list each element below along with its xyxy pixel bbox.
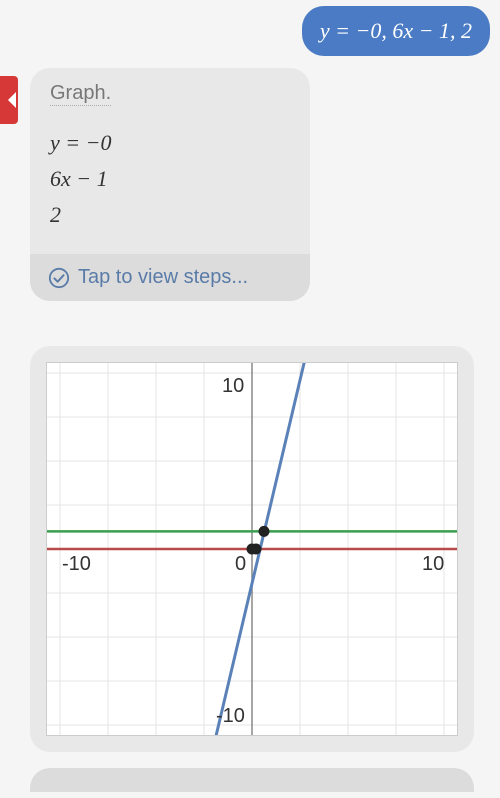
tick-y-neg: -10 — [216, 705, 245, 727]
next-card-peek[interactable] — [30, 768, 474, 792]
graph-plot[interactable]: -10 10 0 10 -10 — [46, 362, 458, 736]
point-green-intersect — [259, 526, 270, 537]
graph-svg: -10 10 0 10 -10 — [46, 362, 458, 736]
check-circle-icon — [48, 267, 70, 289]
answer-card: Graph. y = −0 6x − 1 2 Tap to view steps… — [30, 68, 310, 301]
answer-content: Graph. y = −0 6x − 1 2 — [30, 68, 310, 254]
point-red-intersect — [251, 544, 262, 555]
app-tab-icon[interactable] — [0, 76, 18, 124]
answer-line-2: 6x − 1 — [50, 166, 290, 192]
graph-card[interactable]: -10 10 0 10 -10 — [30, 346, 474, 752]
tick-x-neg: -10 — [62, 553, 91, 575]
tick-x-pos: 10 — [422, 553, 444, 575]
answer-line-1: y = −0 — [50, 130, 290, 156]
view-steps-button[interactable]: Tap to view steps... — [30, 254, 310, 301]
tick-y-pos: 10 — [222, 375, 244, 397]
user-message-bubble: y = −0, 6x − 1, 2 — [302, 6, 490, 56]
user-equation: y = −0, 6x − 1, 2 — [320, 18, 472, 43]
tick-origin: 0 — [235, 553, 246, 575]
answer-line-3: 2 — [50, 202, 290, 228]
view-steps-label: Tap to view steps... — [78, 266, 248, 289]
answer-header: Graph. — [50, 82, 111, 106]
